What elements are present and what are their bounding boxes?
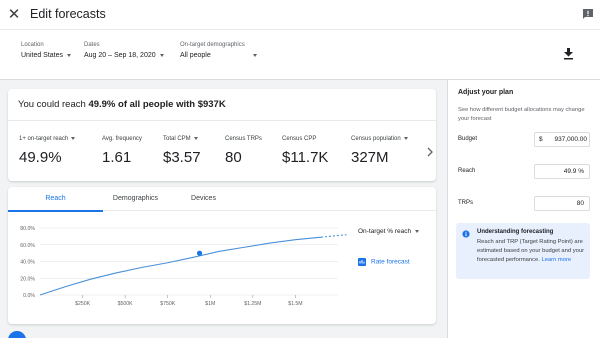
trps-input[interactable] — [534, 196, 590, 211]
chevron-down-icon — [193, 136, 198, 140]
info-body: Reach and TRP (Target Rating Point) are … — [477, 238, 587, 265]
panel-description: See how different budget allocations may… — [458, 107, 585, 122]
forecast-info-box: Understanding forecasting Reach and TRP … — [456, 223, 590, 279]
chevron-down-icon — [252, 53, 257, 57]
currency-symbol: $ — [539, 136, 543, 143]
metric-value: 49.9% — [19, 149, 62, 166]
chart-card: Reach Demographics Devices 0.0% 20.0% 40.0… — [8, 187, 436, 324]
reach-input[interactable] — [534, 164, 590, 179]
metric-label: Census CPP — [282, 136, 317, 142]
x-tick-label: $1.5M — [288, 301, 302, 307]
rate-forecast-button[interactable]: Rate forecast — [358, 258, 410, 266]
reach-series-line — [39, 236, 322, 296]
metric-census-cpp: Census CPP $11.7K — [282, 136, 328, 166]
metric-value: 80 — [225, 149, 242, 166]
x-tick-label: $250K — [75, 301, 91, 307]
tab-devices[interactable]: Devices — [156, 187, 251, 211]
learn-more-link[interactable]: Learn more — [541, 257, 571, 263]
metric-label: Avg. frequency — [102, 136, 142, 142]
trps-label: TRPs — [458, 200, 473, 206]
x-tick-label: $1.25M — [244, 301, 261, 307]
x-tick-label: $1M — [205, 301, 215, 307]
location-filter-value: United States — [21, 52, 64, 59]
reach-headline-prefix: You could reach — [18, 99, 89, 110]
reach-headline-percent: 49.9% — [88, 99, 116, 110]
info-title: Understanding forecasting — [477, 229, 554, 235]
budget-field[interactable]: $ — [534, 132, 590, 147]
summary-card: You could reach 49.9% of all people with… — [8, 89, 436, 181]
budget-input[interactable] — [545, 133, 587, 146]
rate-forecast-label: Rate forecast — [371, 258, 410, 266]
metric-value: $3.57 — [163, 149, 201, 166]
reach-headline: You could reach 49.9% of all people with… — [18, 99, 226, 110]
demographics-filter[interactable]: On-target demographics All people — [180, 42, 257, 59]
top-bar: ✕ Edit forecasts — [0, 0, 600, 30]
metric-census-population[interactable]: Census population 327M — [351, 136, 408, 166]
metric-label: Census population — [351, 136, 401, 142]
x-tick-label: $500K — [118, 301, 134, 307]
reach-series-extrapolation — [320, 234, 347, 238]
metric-total-cpm[interactable]: Total CPM $3.57 — [163, 136, 201, 166]
metric-on-target-reach[interactable]: 1+ on-target reach 49.9% — [19, 136, 76, 166]
close-icon[interactable]: ✕ — [6, 7, 22, 23]
rate-forecast-icon — [358, 258, 366, 266]
info-icon — [462, 230, 470, 238]
chevron-down-icon — [71, 136, 76, 140]
metric-value: $11.7K — [282, 149, 329, 166]
page-title: Edit forecasts — [30, 7, 106, 21]
chevron-down-icon — [403, 136, 408, 140]
dates-filter-value: Aug 20 – Sep 18, 2020 — [84, 52, 156, 59]
reach-label: Reach — [458, 168, 476, 174]
metric-census-trps: Census TRPs 80 — [225, 136, 262, 166]
chevron-down-icon — [159, 53, 164, 57]
x-tick-label: $750K — [160, 301, 176, 307]
chart-metric-select[interactable]: On-target % reach — [358, 228, 420, 235]
reach-headline-budget: with $937K — [173, 99, 226, 110]
chevron-down-icon — [415, 229, 420, 233]
y-tick-label: 60.0% — [20, 243, 35, 249]
metric-label: 1+ on-target reach — [19, 136, 69, 142]
y-tick-label: 20.0% — [20, 276, 35, 282]
chevron-right-icon[interactable] — [426, 147, 434, 157]
chevron-down-icon — [67, 53, 72, 57]
metric-avg-frequency: Avg. frequency 1.61 — [102, 136, 142, 166]
metric-label: Census TRPs — [225, 136, 262, 142]
y-tick-label: 0.0% — [23, 293, 35, 299]
chart-metric-select-label: On-target % reach — [358, 228, 412, 235]
download-icon[interactable] — [563, 48, 574, 60]
demographics-filter-label: On-target demographics — [180, 42, 245, 48]
metric-label: Total CPM — [163, 136, 191, 142]
current-plan-point — [196, 250, 203, 256]
y-tick-label: 80.0% — [20, 226, 35, 232]
y-tick-label: 40.0% — [20, 260, 35, 266]
tab-bar: Reach Demographics Devices — [8, 187, 436, 212]
reach-headline-middle: of all people — [115, 99, 174, 110]
divider — [8, 120, 436, 121]
feedback-icon[interactable] — [582, 8, 594, 20]
dates-filter-label: Dates — [84, 42, 100, 48]
location-filter-label: Location — [21, 42, 44, 48]
metric-value: 1.61 — [102, 149, 132, 166]
panel-title: Adjust your plan — [458, 89, 514, 96]
adjust-plan-panel: Adjust your plan See how different budge… — [447, 80, 600, 338]
metric-value: 327M — [351, 149, 389, 166]
reach-chart: 0.0% 20.0% 40.0% 60.0% 80.0% $250K $500K $750K $… — [20, 226, 347, 307]
demographics-filter-value: All people — [180, 52, 211, 59]
location-filter[interactable]: Location United States — [21, 42, 72, 59]
dates-filter[interactable]: Dates Aug 20 – Sep 18, 2020 — [84, 42, 164, 59]
filter-bar: Location United States Dates Aug 20 – Se… — [0, 30, 600, 80]
budget-label: Budget — [458, 136, 478, 142]
